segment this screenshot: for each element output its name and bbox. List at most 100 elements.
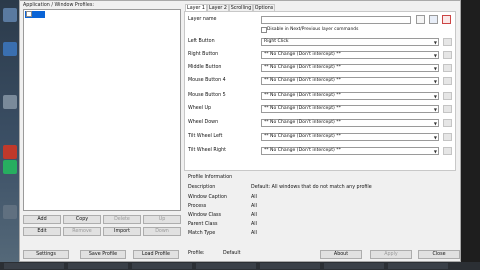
action-settings-icon[interactable] [443, 64, 452, 72]
profiles-title: Application / Window Profiles: [23, 3, 94, 8]
layer-swap-icon[interactable] [429, 15, 438, 24]
profile-value: Default [223, 251, 241, 256]
row-label: Right Button [188, 52, 219, 57]
list-item-label: Default [25, 20, 43, 26]
action-select[interactable]: ** No Change (Don't intercept) ** ▼ [261, 77, 439, 85]
select-value: ** No Change (Don't intercept) ** [264, 52, 341, 57]
action-settings-icon[interactable] [443, 147, 452, 155]
action-select[interactable]: ** No Change (Don't intercept) ** ▼ [261, 119, 439, 127]
taskbar-item[interactable] [196, 263, 256, 269]
layer-name-label: Layer name [188, 17, 217, 22]
taskbar-item[interactable] [388, 263, 448, 269]
select-value: ** No Change (Don't intercept) ** [264, 78, 341, 83]
chevron-down-icon: ▼ [433, 66, 437, 71]
info-value: Default: All windows that do not match a… [251, 185, 372, 190]
desktop-app-icon[interactable] [3, 145, 17, 159]
background-window-edge [461, 0, 480, 262]
action-select[interactable]: ** No Change (Don't intercept) ** ▼ [261, 133, 439, 141]
select-value: ** No Change (Don't intercept) ** [264, 134, 341, 139]
apply-button[interactable]: Apply [370, 250, 412, 259]
info-key: Window Caption [188, 195, 227, 200]
taskbar-item[interactable] [68, 263, 128, 269]
info-value: All [251, 204, 257, 209]
select-value: ** No Change (Don't intercept) ** [264, 93, 341, 98]
remove-button[interactable]: Remove [63, 227, 101, 236]
row-label: Mouse Button 5 [188, 93, 226, 98]
row-label: Mouse Button 4 [188, 78, 226, 83]
info-value: All [251, 222, 257, 227]
action-select[interactable]: ** No Change (Don't intercept) ** ▼ [261, 105, 439, 113]
profile-info-title: Profile Information [188, 175, 233, 180]
row-label: Middle Button [188, 65, 222, 70]
action-settings-icon[interactable] [443, 119, 452, 127]
load-profile-button[interactable]: Load Profile [133, 250, 179, 259]
info-value: All [251, 231, 257, 236]
edit-button[interactable]: Edit [23, 227, 61, 236]
select-value: Right Click [264, 39, 289, 44]
about-button[interactable]: About [320, 250, 362, 259]
taskbar-item[interactable] [132, 263, 192, 269]
desktop-app-icon[interactable] [3, 8, 17, 22]
info-key: Parent Class [188, 222, 218, 227]
select-value: ** No Change (Don't intercept) ** [264, 65, 341, 70]
select-value: ** No Change (Don't intercept) ** [264, 148, 341, 153]
chevron-down-icon: ▼ [433, 149, 437, 154]
action-settings-icon[interactable] [443, 133, 452, 141]
taskbar [0, 262, 480, 270]
action-settings-icon[interactable] [443, 51, 452, 59]
action-settings-icon[interactable] [443, 105, 452, 113]
desktop-app-icon[interactable] [3, 95, 17, 109]
row-label: Wheel Up [188, 106, 212, 111]
row-label: Left Button [188, 39, 215, 44]
action-select[interactable]: ** No Change (Don't intercept) ** ▼ [261, 92, 439, 100]
action-select[interactable]: Right Click ▼ [261, 38, 439, 46]
checkbox-icon[interactable] [26, 11, 32, 17]
chevron-down-icon: ▼ [433, 121, 437, 126]
action-select[interactable]: ** No Change (Don't intercept) ** ▼ [261, 64, 439, 72]
copy-button[interactable]: Copy [63, 215, 101, 224]
action-settings-icon[interactable] [443, 38, 452, 46]
action-select[interactable]: ** No Change (Don't intercept) ** ▼ [261, 51, 439, 59]
chevron-down-icon: ▼ [433, 79, 437, 84]
layer-delete-icon[interactable] [442, 15, 451, 24]
chevron-down-icon: ▼ [433, 40, 437, 45]
settings-button[interactable]: Settings [23, 250, 69, 259]
chevron-down-icon: ▼ [433, 107, 437, 112]
row-label: Tilt Wheel Right [188, 148, 227, 153]
delete-button[interactable]: Delete [103, 215, 141, 224]
layer-1-panel: Layer name Disable in Next/Previous laye… [184, 11, 456, 171]
disable-layer-label: Disable in Next/Previous layer commands [267, 27, 359, 32]
info-key: Description [188, 185, 216, 190]
desktop-app-icon[interactable] [3, 205, 17, 219]
layer-edit-icon[interactable] [416, 15, 425, 24]
select-value: ** No Change (Don't intercept) ** [264, 106, 341, 111]
info-key: Process [188, 204, 207, 209]
add-button[interactable]: Add [23, 215, 61, 224]
taskbar-item[interactable] [4, 263, 64, 269]
save-profile-button[interactable]: Save Profile [80, 250, 126, 259]
chevron-down-icon: ▼ [433, 135, 437, 140]
taskbar-item[interactable] [260, 263, 320, 269]
layer-name-input[interactable] [261, 16, 411, 24]
action-settings-icon[interactable] [443, 77, 452, 85]
info-value: All [251, 195, 257, 200]
profiles-list[interactable]: Default [23, 9, 181, 211]
taskbar-item[interactable] [324, 263, 384, 269]
select-value: ** No Change (Don't intercept) ** [264, 120, 341, 125]
info-value: All [251, 213, 257, 218]
desktop-app-icon[interactable] [3, 160, 17, 174]
chevron-down-icon: ▼ [433, 53, 437, 58]
info-key: Window Class [188, 213, 222, 218]
up-button[interactable]: Up [143, 215, 181, 224]
row-label: Wheel Down [188, 120, 219, 125]
action-settings-icon[interactable] [443, 92, 452, 100]
info-key: Match Type [188, 231, 216, 236]
close-button[interactable]: Close [418, 250, 460, 259]
profile-label: Profile: [188, 251, 205, 256]
list-item[interactable]: Default [25, 11, 45, 26]
import-button[interactable]: Import [103, 227, 141, 236]
chevron-down-icon: ▼ [433, 94, 437, 99]
down-button[interactable]: Down [143, 227, 181, 236]
desktop-app-icon[interactable] [3, 42, 17, 56]
action-select[interactable]: ** No Change (Don't intercept) ** ▼ [261, 147, 439, 155]
